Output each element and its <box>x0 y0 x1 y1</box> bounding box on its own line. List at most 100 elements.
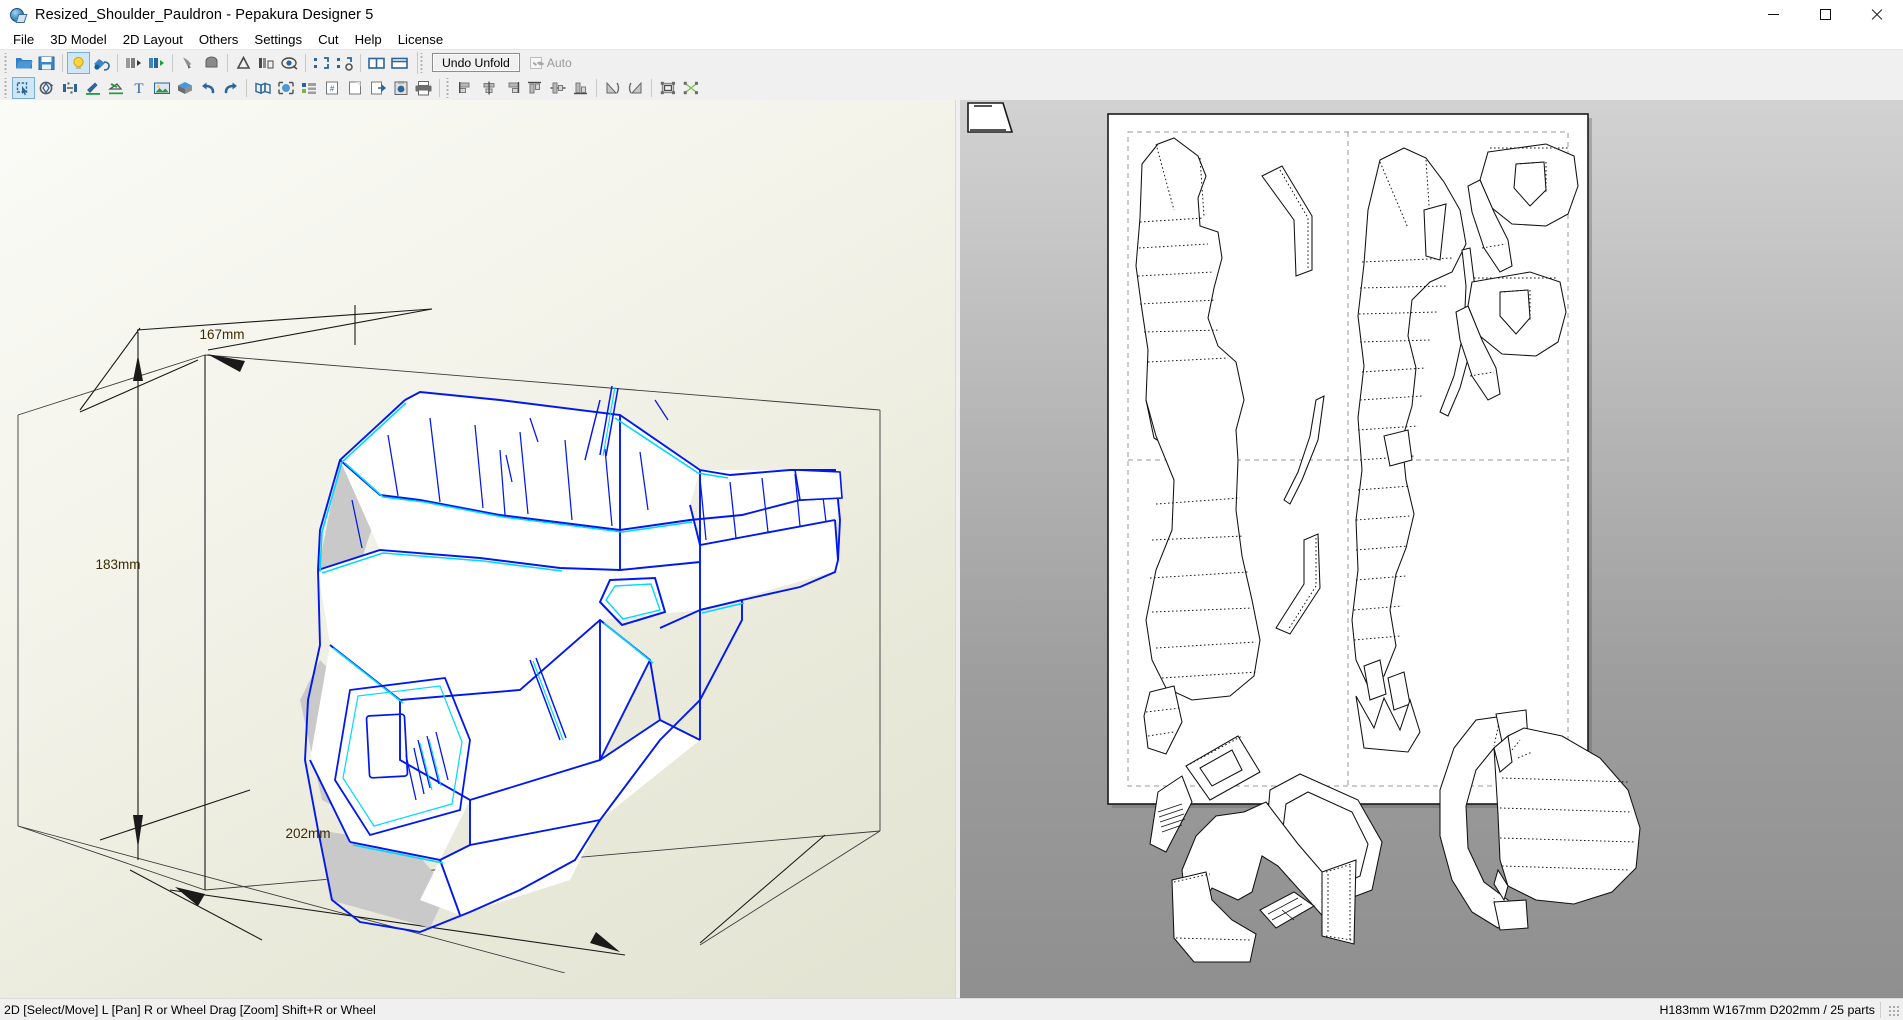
open-folder-icon[interactable] <box>12 52 35 74</box>
pepakura-designer-window: Resized_Shoulder_Pauldron - Pepakura Des… <box>0 0 1903 1020</box>
auto-label: Auto <box>546 55 572 70</box>
toolbar-separator <box>417 51 418 74</box>
corner-settings-icon[interactable] <box>333 52 356 74</box>
image-tool-icon[interactable] <box>150 77 173 99</box>
dimension-height <box>79 332 251 860</box>
save-icon[interactable] <box>35 52 58 74</box>
menu-file[interactable]: File <box>5 30 42 49</box>
dimension-label-height: 183mm <box>95 557 140 572</box>
align-center-h-icon[interactable] <box>477 77 500 99</box>
checkbox-box <box>529 56 542 69</box>
toolbar-separator <box>360 53 361 72</box>
text-tool-icon[interactable]: T <box>127 77 150 99</box>
undo-unfold-button[interactable]: Undo Unfold <box>432 53 520 72</box>
align-left-icon[interactable] <box>454 77 477 99</box>
flip-horizontal-icon[interactable] <box>601 77 624 99</box>
menu-help[interactable]: Help <box>347 30 390 49</box>
menu-bar: File 3D Model 2D Layout Others Settings … <box>0 29 1903 50</box>
toolbar-separator <box>227 53 228 72</box>
close-button[interactable] <box>1851 0 1903 29</box>
toolbar-separator <box>117 53 118 72</box>
maximize-button[interactable] <box>1799 0 1851 29</box>
align-right-icon[interactable] <box>500 77 523 99</box>
minimize-button[interactable] <box>1747 0 1799 29</box>
clipboard-icon[interactable] <box>389 77 412 99</box>
arrange-parts-icon[interactable] <box>297 77 320 99</box>
toolbar-separator <box>651 78 652 97</box>
unfold-map-icon[interactable] <box>251 77 274 99</box>
toolbar-separator <box>596 78 597 97</box>
undo-icon[interactable] <box>196 77 219 99</box>
title-bar: Resized_Shoulder_Pauldron - Pepakura Des… <box>0 0 1903 29</box>
corner-marks-icon[interactable] <box>310 52 333 74</box>
work-area: 167mm 183mm 202mm <box>0 100 1903 998</box>
svg-text:T: T <box>134 81 143 96</box>
fold-line-icon[interactable] <box>104 77 127 99</box>
toolbar-separator <box>172 53 173 72</box>
model-faces <box>310 392 840 915</box>
window-title: Resized_Shoulder_Pauldron - Pepakura Des… <box>35 6 374 23</box>
redo-icon[interactable] <box>219 77 242 99</box>
main-toolbar: Undo Unfold Auto <box>0 50 1903 75</box>
resize-grip[interactable] <box>1888 1005 1900 1017</box>
app-icon <box>9 6 28 24</box>
rotate-right-model-icon[interactable] <box>145 52 168 74</box>
single-view-icon[interactable] <box>388 52 411 74</box>
scale-part-icon[interactable] <box>58 77 81 99</box>
menu-2d-layout[interactable]: 2D Layout <box>115 30 191 49</box>
toolbar-separator <box>62 53 63 72</box>
window-controls <box>1747 0 1903 29</box>
align-middle-v-icon[interactable] <box>546 77 569 99</box>
dimension-label-depth: 202mm <box>285 826 330 841</box>
flip-vertical-icon[interactable] <box>624 77 647 99</box>
model-3d-canvas: 167mm 183mm 202mm <box>17 305 881 973</box>
panel-2d-layout[interactable] <box>960 100 1903 998</box>
offpage-part <box>967 102 1014 133</box>
join-faces-icon[interactable] <box>232 52 255 74</box>
auto-checkbox[interactable]: Auto <box>529 55 572 70</box>
page-setup-icon[interactable] <box>343 77 366 99</box>
toolbar-grip-2[interactable] <box>419 52 426 73</box>
menu-3d-model[interactable]: 3D Model <box>42 30 114 49</box>
fit-to-page-icon[interactable] <box>274 77 297 99</box>
eye-preview-icon[interactable] <box>278 52 301 74</box>
toolbar-grip-4[interactable] <box>445 77 452 98</box>
secondary-toolbar: T # <box>0 75 1903 100</box>
rotate-part-icon[interactable] <box>35 77 58 99</box>
toolbar-separator <box>305 53 306 72</box>
menu-cut[interactable]: Cut <box>310 30 347 49</box>
menu-license[interactable]: License <box>390 30 451 49</box>
svg-text:#: # <box>329 84 334 93</box>
align-bottom-icon[interactable] <box>569 77 592 99</box>
status-hint: 2D [Select/Move] L [Pan] R or Wheel Drag… <box>4 1002 376 1017</box>
align-top-icon[interactable] <box>523 77 546 99</box>
split-view-icon[interactable] <box>365 52 388 74</box>
texture-paint-icon[interactable] <box>90 52 113 74</box>
menu-others[interactable]: Others <box>191 30 247 49</box>
menu-settings[interactable]: Settings <box>246 30 310 49</box>
box-3d-icon[interactable] <box>173 77 196 99</box>
toolbar-separator <box>439 78 440 97</box>
pauldron-model <box>300 385 843 933</box>
print-icon[interactable] <box>412 77 435 99</box>
toolbar-separator <box>246 78 247 97</box>
status-separator <box>1880 1002 1881 1018</box>
unfold-2d-canvas <box>967 102 1641 963</box>
page-number-icon[interactable]: # <box>320 77 343 99</box>
toolbar-grip-3[interactable] <box>3 77 10 98</box>
status-model-info: H183mm W167mm D202mm / 25 parts <box>1659 1003 1875 1017</box>
solid-shape-icon[interactable] <box>200 52 223 74</box>
toolbar-grip[interactable] <box>3 52 10 73</box>
ungroup-parts-icon[interactable] <box>679 77 702 99</box>
select-move-icon[interactable] <box>12 76 35 99</box>
light-bulb-icon[interactable] <box>67 51 90 74</box>
panel-3d-view[interactable]: 167mm 183mm 202mm <box>0 100 956 998</box>
export-page-icon[interactable] <box>366 77 389 99</box>
group-parts-icon[interactable] <box>656 77 679 99</box>
rotate-left-model-icon[interactable] <box>122 52 145 74</box>
compare-panels-icon[interactable] <box>255 52 278 74</box>
top-tab <box>794 469 843 501</box>
dimension-label-width: 167mm <box>199 327 244 342</box>
edit-flap-icon[interactable] <box>81 77 104 99</box>
flatten-brush-icon[interactable] <box>177 52 200 74</box>
